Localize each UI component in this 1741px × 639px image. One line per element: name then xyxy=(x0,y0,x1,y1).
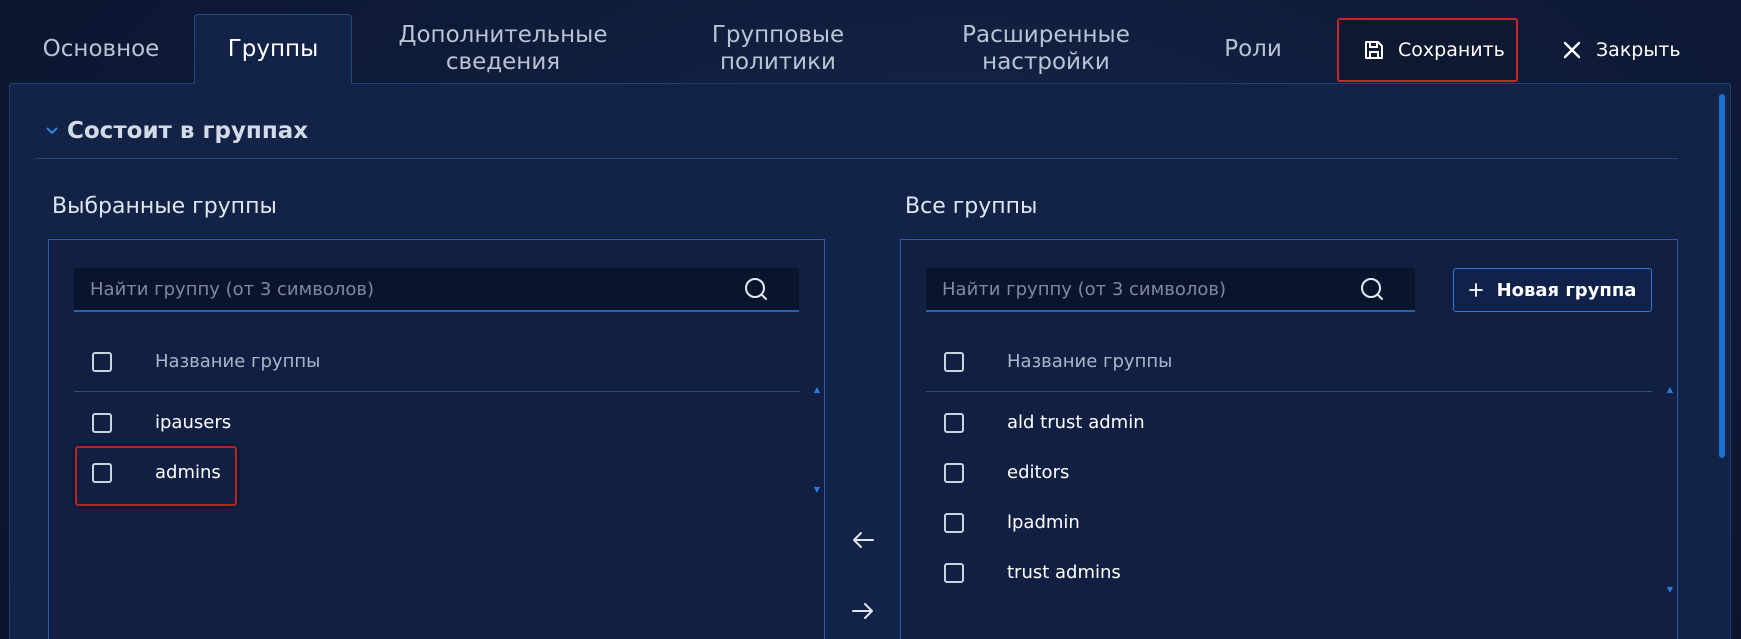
move-left-button[interactable] xyxy=(848,525,878,555)
all-groups-scrollbar[interactable]: ▲ ▼ xyxy=(1666,386,1674,596)
list-item[interactable]: ald trust admin xyxy=(926,400,1652,446)
tab-advanced-settings-label-line2: настройки xyxy=(982,49,1110,75)
save-button-label: Сохранить xyxy=(1398,39,1505,61)
chevron-down-icon xyxy=(45,126,59,136)
section-title: Состоит в группах xyxy=(67,118,309,144)
search-icon[interactable] xyxy=(1361,278,1385,302)
panel-scrollbar-thumb[interactable] xyxy=(1719,94,1725,458)
arrow-right-icon xyxy=(852,603,873,619)
group-name: lpadmin xyxy=(1007,512,1080,533)
all-groups-header: Название группы xyxy=(926,332,1652,392)
all-groups-search-input[interactable] xyxy=(942,278,1415,300)
group-name: ald trust admin xyxy=(1007,412,1145,433)
selected-groups-scrollbar[interactable]: ▲ ▼ xyxy=(813,386,821,496)
list-item[interactable]: lpadmin xyxy=(926,500,1652,546)
tab-bar: Основное Группы Дополнительные сведения … xyxy=(0,0,1741,84)
all-groups-title: Все группы xyxy=(905,194,1038,219)
row-checkbox[interactable] xyxy=(944,463,964,483)
search-icon[interactable] xyxy=(745,278,769,302)
selected-groups-select-all-checkbox[interactable] xyxy=(92,352,112,372)
arrow-left-icon xyxy=(853,532,874,548)
tab-group-policies-label-line1: Групповые xyxy=(711,22,845,48)
section-divider xyxy=(35,158,1678,159)
list-item[interactable]: editors xyxy=(926,450,1652,496)
tab-additional-info-label-line1: Дополнительные xyxy=(398,22,608,48)
all-groups-column-header: Название группы xyxy=(1007,351,1173,372)
tab-additional-info[interactable]: Дополнительные сведения xyxy=(383,14,623,84)
plus-icon xyxy=(1468,283,1483,297)
highlight-frame-admins xyxy=(75,446,237,506)
scroll-down-arrow-icon[interactable]: ▼ xyxy=(1666,586,1674,594)
tab-advanced-settings-label-line1: Расширенные xyxy=(962,22,1130,48)
close-x-icon xyxy=(1562,40,1582,60)
row-checkbox[interactable] xyxy=(944,563,964,583)
selected-groups-search-input[interactable] xyxy=(90,278,799,300)
group-name: trust admins xyxy=(1007,562,1121,583)
list-item[interactable]: trust admins xyxy=(926,550,1652,596)
tab-advanced-settings[interactable]: Расширенные настройки xyxy=(941,14,1151,84)
floppy-disk-icon xyxy=(1364,40,1384,60)
close-button-label: Закрыть xyxy=(1596,39,1681,61)
group-name: editors xyxy=(1007,462,1070,483)
selected-groups-header: Название группы xyxy=(74,332,800,392)
group-name: ipausers xyxy=(155,412,232,433)
tab-groups-label: Группы xyxy=(227,36,319,62)
move-right-button[interactable] xyxy=(848,596,878,626)
selected-groups-search[interactable] xyxy=(74,268,799,312)
new-group-button[interactable]: Новая группа xyxy=(1453,268,1652,312)
selected-groups-title: Выбранные группы xyxy=(52,194,277,219)
tab-general-label: Основное xyxy=(42,35,160,62)
new-group-button-label: Новая группа xyxy=(1496,279,1637,301)
row-checkbox[interactable] xyxy=(92,413,112,433)
close-button[interactable]: Закрыть xyxy=(1558,18,1728,82)
all-groups-select-all-checkbox[interactable] xyxy=(944,352,964,372)
scroll-down-arrow-icon[interactable]: ▼ xyxy=(813,486,821,494)
tab-roles[interactable]: Роли xyxy=(1212,14,1294,84)
row-checkbox[interactable] xyxy=(944,513,964,533)
scroll-up-arrow-icon[interactable]: ▲ xyxy=(813,386,821,394)
scroll-up-arrow-icon[interactable]: ▲ xyxy=(1666,386,1674,394)
panel-scrollbar[interactable] xyxy=(1718,88,1727,538)
selected-groups-column-header: Название группы xyxy=(155,351,321,372)
tab-group-policies[interactable]: Групповые политики xyxy=(696,14,860,84)
tab-roles-label: Роли xyxy=(1224,35,1282,62)
all-groups-search[interactable] xyxy=(926,268,1415,312)
tab-general[interactable]: Основное xyxy=(30,14,172,84)
tab-groups[interactable]: Группы xyxy=(194,14,352,84)
row-checkbox[interactable] xyxy=(944,413,964,433)
list-item[interactable]: ipausers xyxy=(74,400,800,446)
tab-additional-info-label-line2: сведения xyxy=(445,49,561,75)
tab-group-policies-label-line2: политики xyxy=(720,49,836,75)
section-toggle[interactable]: Состоит в группах xyxy=(45,118,308,144)
user-edit-page: Основное Группы Дополнительные сведения … xyxy=(0,0,1741,639)
save-button[interactable]: Сохранить xyxy=(1337,18,1518,82)
